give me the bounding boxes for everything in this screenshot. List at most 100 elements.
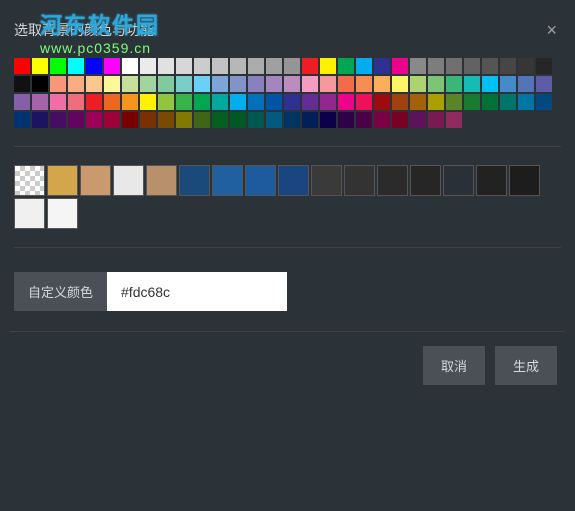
color-swatch[interactable] — [446, 94, 462, 110]
color-swatch[interactable] — [356, 112, 372, 128]
color-swatch[interactable] — [248, 112, 264, 128]
color-swatch[interactable] — [50, 76, 66, 92]
generate-button[interactable]: 生成 — [495, 346, 557, 385]
color-swatch[interactable] — [266, 94, 282, 110]
color-swatch[interactable] — [14, 94, 30, 110]
texture-swatch[interactable] — [245, 165, 276, 196]
color-swatch[interactable] — [320, 76, 336, 92]
color-swatch[interactable] — [464, 94, 480, 110]
color-swatch[interactable] — [176, 112, 192, 128]
color-swatch[interactable] — [140, 58, 156, 74]
texture-swatch[interactable] — [47, 198, 78, 229]
texture-swatch[interactable] — [179, 165, 210, 196]
color-swatch[interactable] — [356, 76, 372, 92]
color-swatch[interactable] — [194, 58, 210, 74]
color-swatch[interactable] — [248, 94, 264, 110]
color-swatch[interactable] — [392, 94, 408, 110]
color-swatch[interactable] — [302, 112, 318, 128]
color-swatch[interactable] — [518, 58, 534, 74]
texture-swatch[interactable] — [14, 198, 45, 229]
color-swatch[interactable] — [86, 112, 102, 128]
color-swatch[interactable] — [266, 112, 282, 128]
texture-swatch[interactable] — [212, 165, 243, 196]
color-swatch[interactable] — [212, 94, 228, 110]
texture-swatch[interactable] — [377, 165, 408, 196]
color-swatch[interactable] — [104, 76, 120, 92]
color-swatch[interactable] — [338, 58, 354, 74]
texture-swatch[interactable] — [14, 165, 45, 196]
color-swatch[interactable] — [374, 94, 390, 110]
color-swatch[interactable] — [518, 94, 534, 110]
color-swatch[interactable] — [230, 76, 246, 92]
color-swatch[interactable] — [212, 112, 228, 128]
color-swatch[interactable] — [392, 76, 408, 92]
color-swatch[interactable] — [14, 58, 30, 74]
color-swatch[interactable] — [410, 94, 426, 110]
color-swatch[interactable] — [248, 58, 264, 74]
color-swatch[interactable] — [464, 58, 480, 74]
color-swatch[interactable] — [356, 58, 372, 74]
color-swatch[interactable] — [32, 112, 48, 128]
color-swatch[interactable] — [122, 76, 138, 92]
color-swatch[interactable] — [392, 112, 408, 128]
texture-swatch[interactable] — [113, 165, 144, 196]
color-swatch[interactable] — [122, 58, 138, 74]
color-swatch[interactable] — [158, 76, 174, 92]
texture-swatch[interactable] — [278, 165, 309, 196]
color-swatch[interactable] — [230, 112, 246, 128]
texture-swatch[interactable] — [146, 165, 177, 196]
color-swatch[interactable] — [284, 94, 300, 110]
color-swatch[interactable] — [266, 58, 282, 74]
color-swatch[interactable] — [158, 58, 174, 74]
color-swatch[interactable] — [158, 112, 174, 128]
color-swatch[interactable] — [68, 58, 84, 74]
color-swatch[interactable] — [536, 76, 552, 92]
color-swatch[interactable] — [86, 76, 102, 92]
color-swatch[interactable] — [140, 76, 156, 92]
color-swatch[interactable] — [68, 94, 84, 110]
color-swatch[interactable] — [32, 76, 48, 92]
color-swatch[interactable] — [536, 58, 552, 74]
color-swatch[interactable] — [50, 94, 66, 110]
texture-swatch[interactable] — [47, 165, 78, 196]
color-swatch[interactable] — [284, 112, 300, 128]
color-swatch[interactable] — [302, 94, 318, 110]
color-swatch[interactable] — [374, 112, 390, 128]
custom-color-input[interactable] — [107, 272, 287, 311]
color-swatch[interactable] — [428, 94, 444, 110]
color-swatch[interactable] — [374, 58, 390, 74]
color-swatch[interactable] — [446, 112, 462, 128]
color-swatch[interactable] — [122, 112, 138, 128]
color-swatch[interactable] — [14, 112, 30, 128]
texture-swatch[interactable] — [443, 165, 474, 196]
color-swatch[interactable] — [140, 112, 156, 128]
cancel-button[interactable]: 取消 — [423, 346, 485, 385]
color-swatch[interactable] — [410, 76, 426, 92]
color-swatch[interactable] — [230, 58, 246, 74]
color-swatch[interactable] — [482, 58, 498, 74]
color-swatch[interactable] — [500, 94, 516, 110]
color-swatch[interactable] — [482, 94, 498, 110]
color-swatch[interactable] — [248, 76, 264, 92]
color-swatch[interactable] — [410, 112, 426, 128]
color-swatch[interactable] — [104, 58, 120, 74]
color-swatch[interactable] — [86, 94, 102, 110]
texture-swatch[interactable] — [509, 165, 540, 196]
color-swatch[interactable] — [338, 94, 354, 110]
color-swatch[interactable] — [464, 76, 480, 92]
color-swatch[interactable] — [158, 94, 174, 110]
color-swatch[interactable] — [428, 58, 444, 74]
color-swatch[interactable] — [194, 76, 210, 92]
color-swatch[interactable] — [410, 58, 426, 74]
color-swatch[interactable] — [320, 112, 336, 128]
color-swatch[interactable] — [320, 58, 336, 74]
color-swatch[interactable] — [446, 58, 462, 74]
color-swatch[interactable] — [86, 58, 102, 74]
texture-swatch[interactable] — [476, 165, 507, 196]
color-swatch[interactable] — [176, 58, 192, 74]
color-swatch[interactable] — [338, 112, 354, 128]
color-swatch[interactable] — [104, 112, 120, 128]
color-swatch[interactable] — [50, 58, 66, 74]
color-swatch[interactable] — [68, 76, 84, 92]
color-swatch[interactable] — [374, 76, 390, 92]
